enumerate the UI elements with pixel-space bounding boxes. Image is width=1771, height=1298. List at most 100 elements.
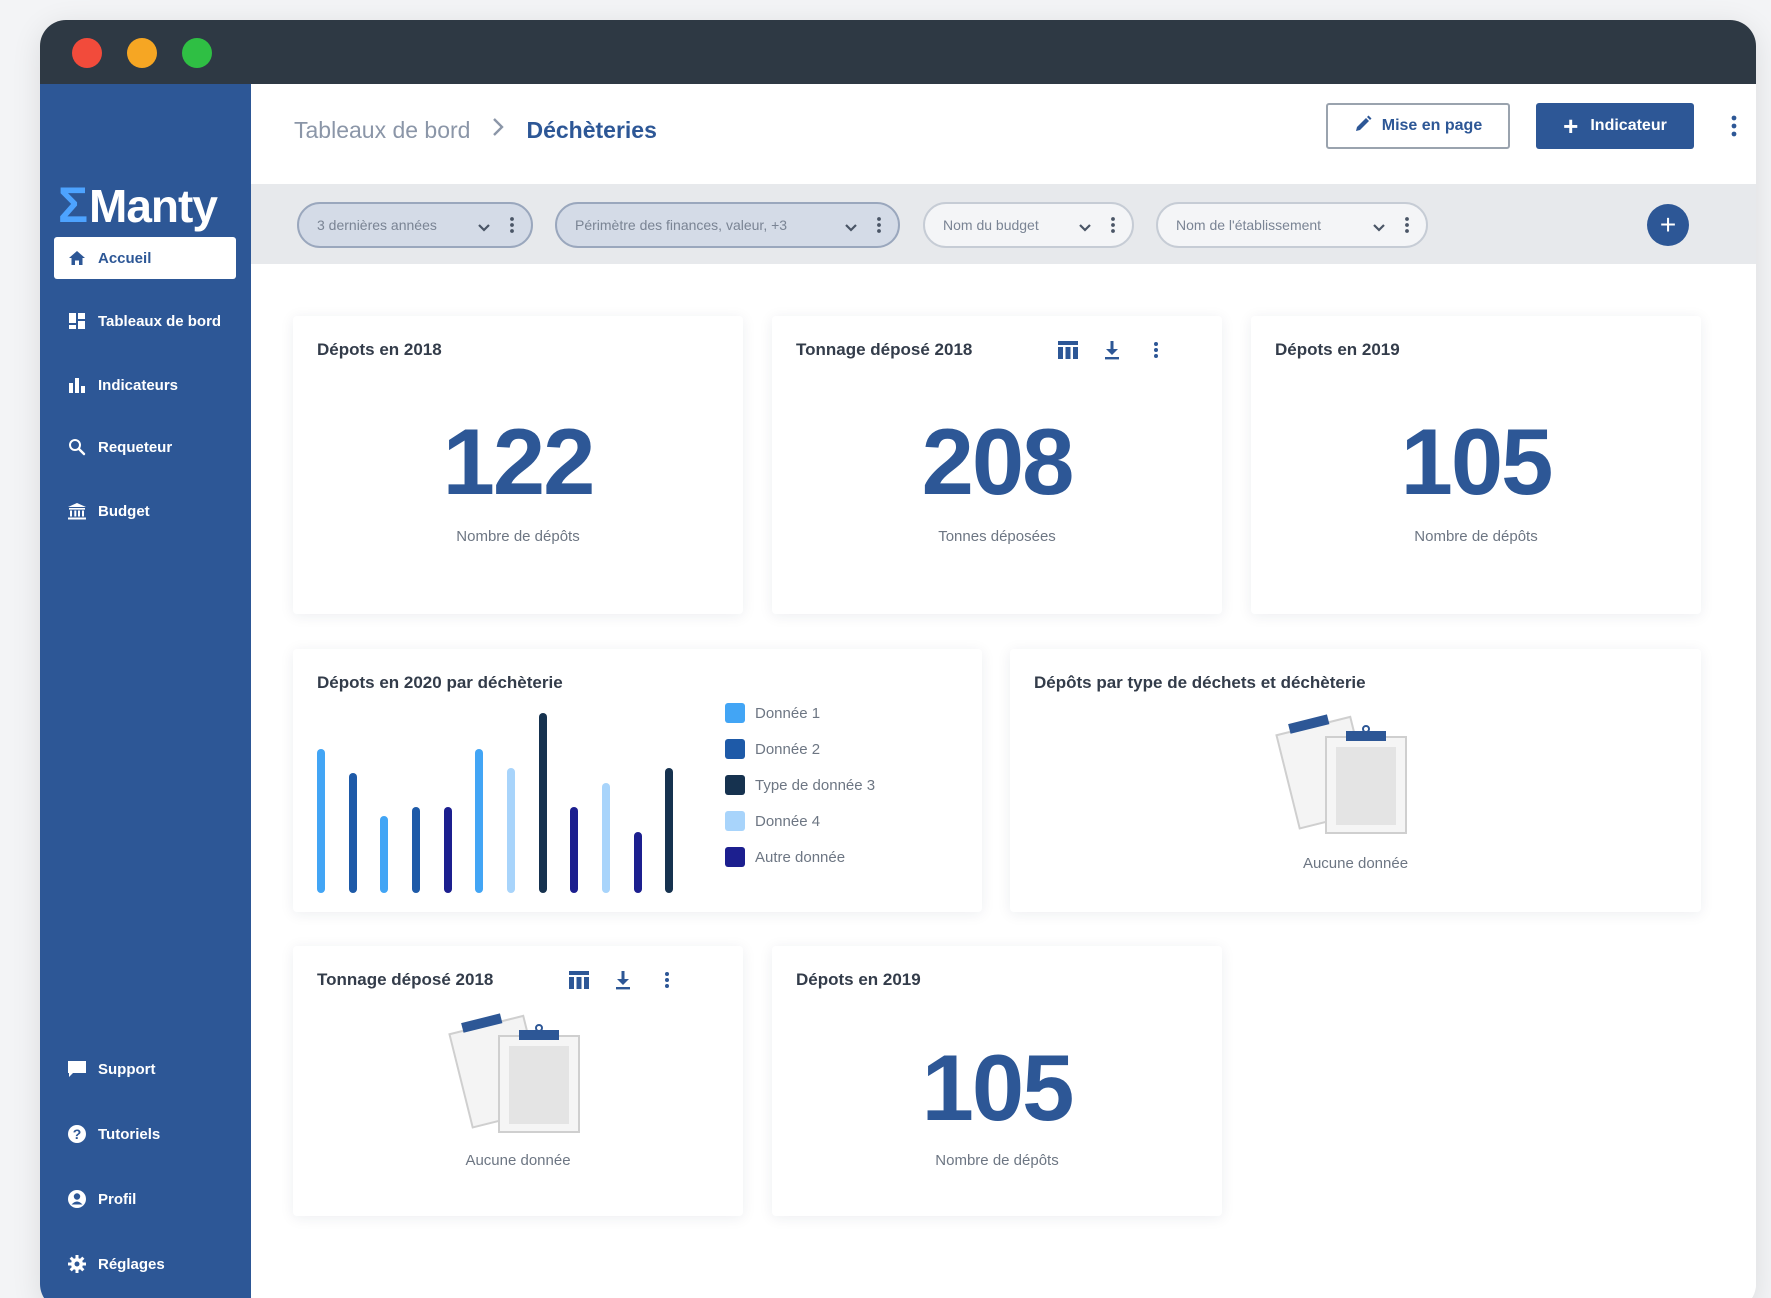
legend-item[interactable]: Donnée 2 (725, 731, 875, 767)
more-options-icon[interactable] (1727, 112, 1741, 140)
filter-chip-perimeter[interactable]: Périmètre des finances, valeur, +3 (555, 202, 900, 248)
chart-bar[interactable] (317, 749, 325, 893)
sidebar-item-label: Accueil (98, 249, 152, 267)
card-title: Tonnage déposé 2018 (796, 340, 973, 359)
sidebar-item-label: Requeteur (98, 438, 173, 456)
chart-bar[interactable] (539, 713, 547, 893)
kebab-menu-icon[interactable] (1144, 338, 1168, 362)
svg-text:?: ? (73, 1126, 82, 1142)
download-icon[interactable] (1100, 338, 1124, 362)
breadcrumb-parent-link[interactable]: Tableaux de bord (294, 117, 470, 144)
chart-bar[interactable] (444, 807, 452, 893)
kebab-menu-icon[interactable] (1110, 215, 1116, 235)
chevron-down-icon[interactable] (844, 220, 858, 232)
chart-bar[interactable] (412, 807, 420, 893)
sidebar-item-tutoriels[interactable]: ? Tutoriels (54, 1113, 236, 1155)
download-icon[interactable] (611, 968, 635, 992)
filter-chip-label: Nom du budget (943, 217, 1039, 233)
legend-item[interactable]: Donnée 1 (725, 695, 875, 731)
filter-chip-establishment[interactable]: Nom de l'établissement (1156, 202, 1428, 248)
kpi-label: Nombre de dépôts (935, 1152, 1059, 1169)
filter-chip-label: Périmètre des finances, valeur, +3 (575, 217, 788, 233)
window-titlebar (40, 20, 1756, 84)
chart-card-tonnage-2018-b[interactable]: Tonnage déposé 2018 Aucune donnée (293, 946, 743, 1216)
sidebar-item-reglages[interactable]: Réglages (54, 1243, 236, 1285)
user-icon (66, 1188, 88, 1210)
card-title: Tonnage déposé 2018 (317, 970, 494, 989)
layout-button[interactable]: Mise en page (1326, 103, 1510, 149)
filter-chip-budget[interactable]: Nom du budget (923, 202, 1134, 248)
add-filter-button[interactable]: + (1647, 204, 1689, 246)
add-indicator-button[interactable]: + Indicateur (1536, 103, 1694, 149)
empty-clipboard-illustration (447, 1006, 587, 1141)
chevron-down-icon[interactable] (1078, 220, 1092, 232)
chart-bar[interactable] (475, 749, 483, 893)
table-view-icon[interactable] (1056, 338, 1080, 362)
sidebar-item-label: Tableaux de bord (98, 312, 222, 330)
sidebar-item-accueil[interactable]: Accueil (54, 237, 236, 279)
gear-icon (66, 1253, 88, 1275)
legend-swatch (725, 811, 745, 831)
chart-bar[interactable] (634, 832, 642, 893)
bar-chart (317, 709, 697, 893)
sidebar-item-requeteur[interactable]: Requeteur (54, 426, 236, 468)
legend-item[interactable]: Donnée 4 (725, 803, 875, 839)
legend-label: Donnée 2 (755, 740, 821, 758)
sidebar-item-label: Réglages (98, 1255, 165, 1273)
empty-state-label: Aucune donnée (1302, 855, 1409, 872)
chart-card-type-dechets[interactable]: Dépôts par type de déchets et déchèterie… (1010, 649, 1701, 912)
kpi-label: Tonnes déposées (938, 528, 1056, 545)
table-view-icon[interactable] (567, 968, 591, 992)
plus-icon: + (1659, 209, 1677, 240)
pencil-icon (1354, 115, 1372, 138)
sidebar-item-indicateurs[interactable]: Indicateurs (54, 364, 236, 406)
chart-bar[interactable] (349, 773, 357, 893)
kpi-value: 122 (442, 409, 596, 514)
kpi-value: 105 (1400, 409, 1554, 514)
chart-bar[interactable] (602, 783, 610, 893)
sidebar-item-budget[interactable]: Budget (54, 490, 236, 532)
chart-card-depots-2020[interactable]: Dépots en 2020 par déchèterie Donnée 1 D… (293, 649, 982, 912)
breadcrumb: Tableaux de bord Déchèteries (294, 110, 657, 150)
legend-swatch (725, 847, 745, 867)
layout-button-label: Mise en page (1381, 117, 1483, 134)
bank-icon (66, 500, 88, 522)
sidebar-item-profil[interactable]: Profil (54, 1178, 236, 1220)
chart-legend: Donnée 1 Donnée 2 Type de donnée 3 Donné… (725, 695, 875, 875)
legend-swatch (725, 739, 745, 759)
chart-bar[interactable] (380, 816, 388, 893)
kpi-card-depots-2019[interactable]: Dépots en 2019 105 Nombre de dépôts (1251, 316, 1701, 614)
kpi-value: 208 (921, 409, 1075, 514)
sidebar-item-label: Budget (98, 502, 150, 520)
close-window-button[interactable] (72, 38, 102, 68)
card-title: Dépots en 2018 (317, 340, 442, 359)
chat-icon (66, 1058, 88, 1080)
kpi-card-tonnage-2018[interactable]: Tonnage déposé 2018 208 Tonnes déposées (772, 316, 1222, 614)
sidebar-item-label: Profil (98, 1190, 137, 1208)
kpi-card-depots-2018[interactable]: Dépots en 2018 122 Nombre de dépôts (293, 316, 743, 614)
card-title: Dépots en 2019 (796, 970, 921, 989)
chevron-down-icon[interactable] (1372, 220, 1386, 232)
legend-label: Donnée 4 (755, 812, 821, 830)
maximize-window-button[interactable] (182, 38, 212, 68)
chevron-down-icon[interactable] (477, 220, 491, 232)
sidebar: ΣManty Accueil Tableaux de bord Indicate… (40, 84, 251, 1298)
kebab-menu-icon[interactable] (876, 215, 882, 235)
kebab-menu-icon[interactable] (509, 215, 515, 235)
chart-bar[interactable] (665, 768, 673, 893)
app-logo[interactable]: ΣManty (58, 176, 218, 234)
minimize-window-button[interactable] (127, 38, 157, 68)
legend-item[interactable]: Type de donnée 3 (725, 767, 875, 803)
home-icon (66, 247, 88, 269)
sidebar-item-tableaux-de-bord[interactable]: Tableaux de bord (54, 300, 236, 342)
sidebar-item-support[interactable]: Support (54, 1048, 236, 1090)
kebab-menu-icon[interactable] (655, 968, 679, 992)
legend-item[interactable]: Autre donnée (725, 839, 875, 875)
filter-chip-period[interactable]: 3 dernières années (297, 202, 533, 248)
chart-bar[interactable] (507, 768, 515, 893)
kebab-menu-icon[interactable] (1404, 215, 1410, 235)
empty-state-label: Aucune donnée (465, 1152, 571, 1169)
chart-bar[interactable] (570, 807, 578, 893)
kpi-card-depots-2019-b[interactable]: Dépots en 2019 105 Nombre de dépôts (772, 946, 1222, 1216)
card-title: Dépots en 2020 par déchèterie (317, 673, 563, 692)
